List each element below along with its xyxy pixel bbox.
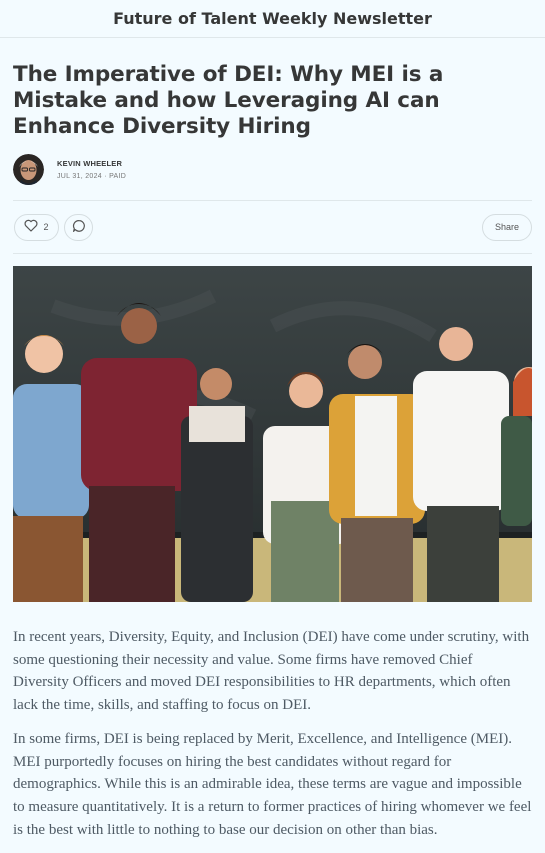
author-avatar[interactable] [13,153,44,185]
share-button[interactable]: Share [482,213,532,241]
hero-image [13,266,532,602]
body-paragraph: In some firms, DEI is being replaced by … [13,730,532,838]
post-container: The Imperative of DEI: Why MEI is a Mist… [0,62,545,841]
like-button[interactable]: 2 [14,213,59,241]
divider [13,253,532,254]
body-paragraph: In recent years, Diversity, Equity, and … [13,629,530,714]
like-count: 2 [43,222,49,232]
comment-button[interactable] [64,213,93,241]
post-actions: 2 Share [13,201,532,253]
newsletter-header: Future of Talent Weekly Newsletter [0,0,545,38]
post-body: In recent years, Diversity, Equity, and … [13,626,532,841]
post-title: The Imperative of DEI: Why MEI is a Mist… [13,62,444,139]
byline-meta: KEVIN WHEELER JUL 31, 2024 · PAID [57,159,126,180]
heart-icon [24,219,38,235]
comment-icon [72,219,86,236]
author-name[interactable]: KEVIN WHEELER [57,159,126,168]
post-date: JUL 31, 2024 · PAID [57,172,127,180]
newsletter-title[interactable]: Future of Talent Weekly Newsletter [113,9,432,28]
byline: KEVIN WHEELER JUL 31, 2024 · PAID [13,152,532,186]
